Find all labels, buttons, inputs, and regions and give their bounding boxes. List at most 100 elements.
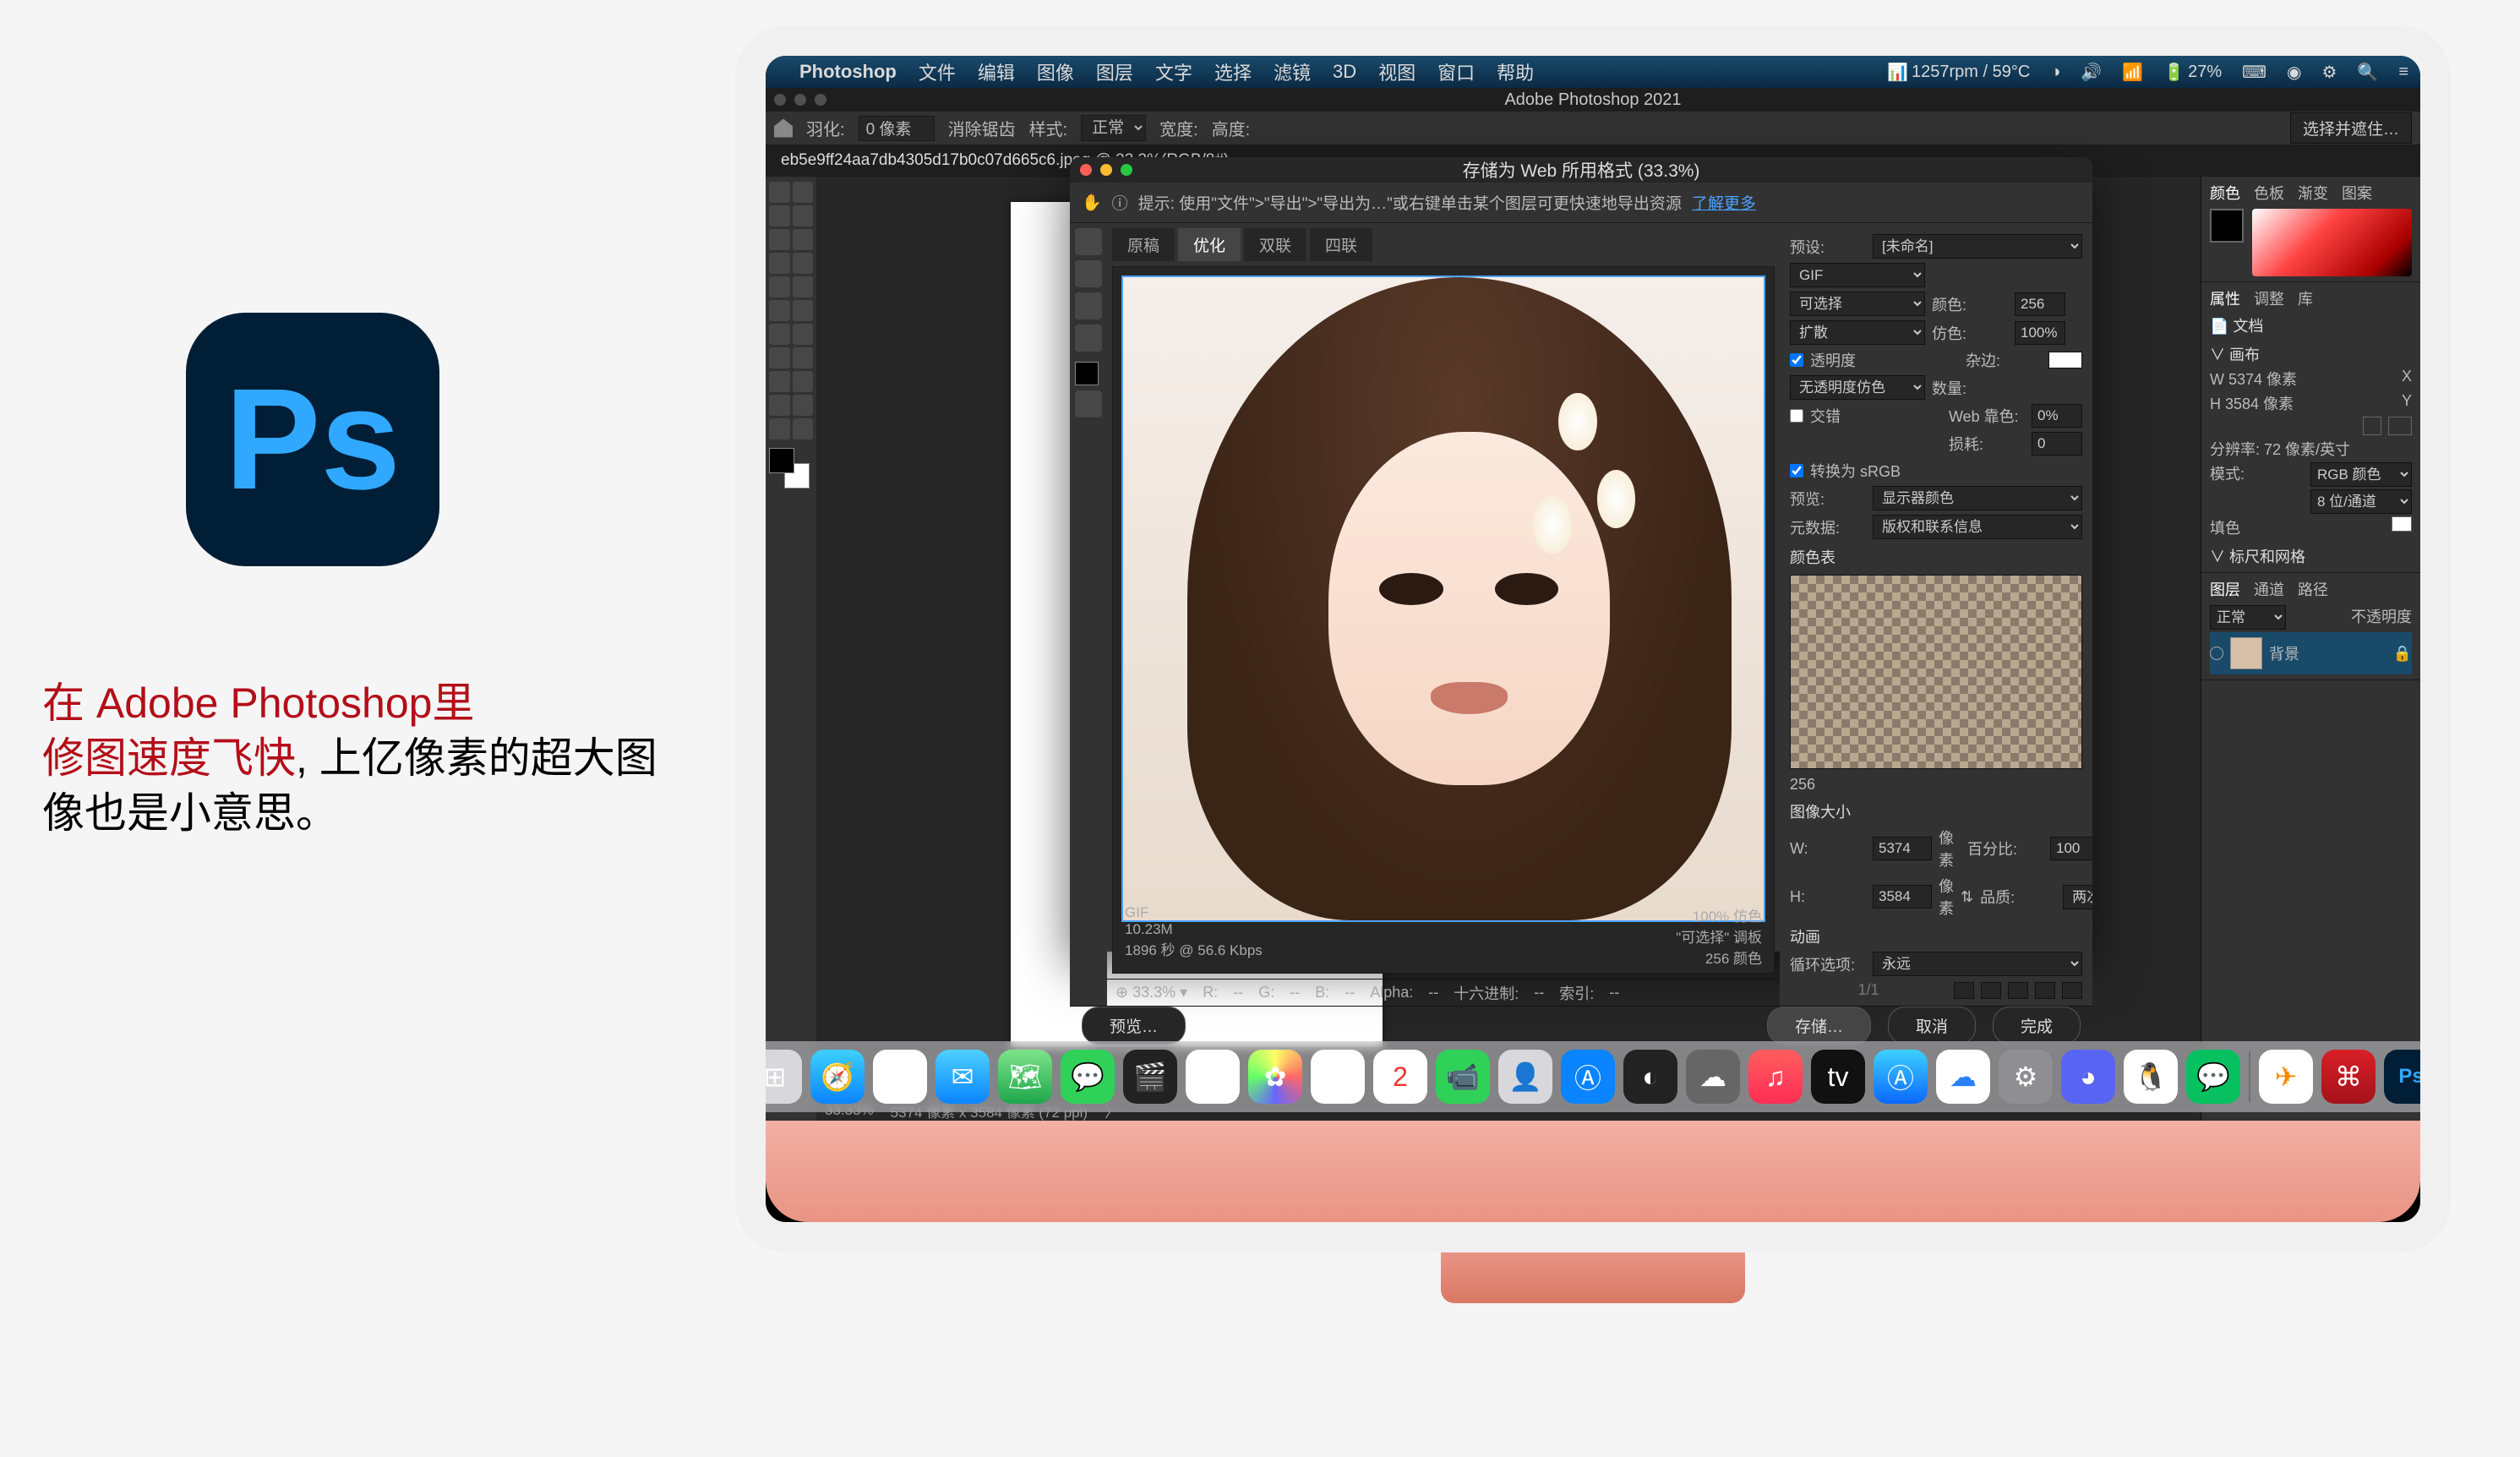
palette-select[interactable]: 可选择 xyxy=(1790,292,1925,316)
dodge-tool-icon[interactable] xyxy=(769,347,790,368)
tab-paths[interactable]: 路径 xyxy=(2298,578,2328,600)
img-w-input[interactable] xyxy=(1873,837,1932,860)
hand-icon[interactable]: ✋ xyxy=(1082,193,1102,213)
blend-mode-select[interactable]: 正常 xyxy=(2210,605,2286,630)
sfw-eyedropper-tool-icon[interactable] xyxy=(1075,325,1102,352)
tab-libraries[interactable]: 库 xyxy=(2298,287,2313,309)
colors-input[interactable] xyxy=(2015,292,2065,316)
interlace-check[interactable] xyxy=(1790,409,1803,423)
menu-view[interactable]: 视图 xyxy=(1378,58,1415,85)
frame-tool-icon[interactable] xyxy=(793,229,814,250)
layer-visibility-icon[interactable] xyxy=(2210,647,2223,660)
menu-file[interactable]: 文件 xyxy=(919,58,956,85)
tab-channels[interactable]: 通道 xyxy=(2254,578,2284,600)
tab-patterns[interactable]: 图案 xyxy=(2342,182,2372,204)
color-picker-strip[interactable] xyxy=(2252,209,2412,276)
dock-music2-icon[interactable]: ◐ xyxy=(1623,1050,1677,1104)
shape-tool-icon[interactable] xyxy=(769,395,790,416)
mode-select[interactable]: RGB 颜色 xyxy=(2310,462,2412,487)
dock-health-icon[interactable]: ❤ xyxy=(1186,1050,1240,1104)
anim-next-icon[interactable] xyxy=(2035,982,2055,999)
sfw-max[interactable] xyxy=(1121,164,1132,176)
dither-amt-input[interactable] xyxy=(2015,321,2065,345)
anim-last-icon[interactable] xyxy=(2062,982,2082,999)
dock-baidu-icon[interactable]: ☁ xyxy=(1936,1050,1990,1104)
dock-cloud2-icon[interactable]: ☁ xyxy=(1686,1050,1740,1104)
dock-plane-icon[interactable]: ✈ xyxy=(2259,1050,2313,1104)
dock-calendar-icon[interactable]: 2 xyxy=(1373,1050,1427,1104)
dock-cc-icon[interactable]: ⌘ xyxy=(2321,1050,2375,1104)
dock-safari-icon[interactable]: 🧭 xyxy=(810,1050,865,1104)
menu-edit[interactable]: 编辑 xyxy=(978,58,1015,85)
tab-properties[interactable]: 属性 xyxy=(2210,287,2240,309)
trans-dither-select[interactable]: 无透明度仿色 xyxy=(1790,375,1925,400)
dock-music-icon[interactable]: ♫ xyxy=(1748,1050,1803,1104)
menu-layer[interactable]: 图层 xyxy=(1096,58,1133,85)
dock-discord-icon[interactable]: ◕ xyxy=(2061,1050,2115,1104)
depth-select[interactable]: 8 位/通道 xyxy=(2310,489,2412,514)
sfw-cancel-button[interactable]: 取消 xyxy=(1888,1007,1976,1045)
menu-window[interactable]: 窗口 xyxy=(1437,58,1475,85)
feather-input[interactable] xyxy=(859,116,935,141)
siri-icon[interactable]: ◉ xyxy=(2287,62,2301,83)
fill-swatch[interactable] xyxy=(2392,516,2412,532)
istat-icon[interactable]: 📊 1257rpm / 59°C xyxy=(1887,62,2030,83)
sfw-preview-image[interactable] xyxy=(1121,276,1765,922)
dock-facetime-icon[interactable]: 📹 xyxy=(1436,1050,1490,1104)
dock-appletv-icon[interactable]: tv xyxy=(1811,1050,1865,1104)
menu-image[interactable]: 图像 xyxy=(1037,58,1074,85)
sfw-preview-button[interactable]: 预览… xyxy=(1082,1007,1186,1045)
toggle-icon[interactable]: ◑ xyxy=(2050,63,2060,82)
traffic-max[interactable] xyxy=(815,94,826,106)
pct-input[interactable] xyxy=(2050,837,2092,860)
hand-tool-icon[interactable] xyxy=(793,395,814,416)
anim-prev-icon[interactable] xyxy=(1981,982,2001,999)
sfw-zoom-readout[interactable]: ⊕ 33.3% ▾ xyxy=(1115,984,1187,1001)
edit-toolbar-icon[interactable] xyxy=(793,418,814,439)
websnap-input[interactable] xyxy=(2032,404,2082,428)
sfw-tab-2up[interactable]: 双联 xyxy=(1244,228,1306,261)
gradient-tool-icon[interactable] xyxy=(769,324,790,345)
home-icon[interactable] xyxy=(774,119,793,138)
brush-tool-icon[interactable] xyxy=(769,276,790,297)
heal-tool-icon[interactable] xyxy=(793,253,814,274)
sfw-hand-tool-icon[interactable] xyxy=(1075,228,1102,255)
sfw-zoom-tool-icon[interactable] xyxy=(1075,292,1102,319)
sfw-preview-area[interactable]: GIF 10.23M 1896 秒 @ 56.6 Kbps 100% 仿色 "可… xyxy=(1112,266,1775,974)
sfw-close[interactable] xyxy=(1080,164,1092,176)
keyboard-icon[interactable]: ⌨ xyxy=(2242,62,2266,83)
volume-icon[interactable]: 🔊 xyxy=(2081,62,2102,83)
loop-select[interactable]: 永远 xyxy=(1873,952,2082,976)
orient-landscape-icon[interactable] xyxy=(2388,417,2412,435)
lasso-tool-icon[interactable] xyxy=(793,205,814,226)
dock-trash-icon[interactable]: 🗑 xyxy=(2446,1050,2451,1104)
dither-select[interactable]: 扩散 xyxy=(1790,320,1925,345)
color-table[interactable] xyxy=(1790,575,2082,769)
transparency-check[interactable] xyxy=(1790,353,1803,367)
menu-help[interactable]: 帮助 xyxy=(1497,58,1534,85)
color-swatch[interactable] xyxy=(769,448,810,488)
dock-photos-icon[interactable]: ✿ xyxy=(1248,1050,1302,1104)
lossy-input[interactable] xyxy=(2032,432,2082,456)
dock-clapper-icon[interactable]: 🎬 xyxy=(1123,1050,1177,1104)
canvas-header[interactable]: 画布 xyxy=(2229,347,2260,363)
sfw-color-swatch[interactable] xyxy=(1075,362,1099,385)
control-center-icon[interactable]: ⚙ xyxy=(2321,62,2337,83)
sfw-tab-4up[interactable]: 四联 xyxy=(1310,228,1372,261)
srgb-check[interactable] xyxy=(1790,464,1803,477)
dock-settings-icon[interactable]: ⚙ xyxy=(1999,1050,2053,1104)
dock-wechat-icon[interactable]: 💬 xyxy=(2186,1050,2240,1104)
format-select[interactable]: GIF xyxy=(1790,263,1925,287)
eyedropper-tool-icon[interactable] xyxy=(769,253,790,274)
battery-icon[interactable]: 🔋 27% xyxy=(2163,62,2222,83)
traffic-min[interactable] xyxy=(794,94,806,106)
metadata-select[interactable]: 版权和联系信息 xyxy=(1873,515,2082,539)
eraser-tool-icon[interactable] xyxy=(793,300,814,321)
select-and-mask-button[interactable]: 选择并遮住… xyxy=(2290,112,2412,144)
dock-notes-icon[interactable]: ✎ xyxy=(1311,1050,1365,1104)
zoom-tool-icon[interactable] xyxy=(769,418,790,439)
blur-tool-icon[interactable] xyxy=(793,324,814,345)
sfw-tab-optimized[interactable]: 优化 xyxy=(1178,228,1241,261)
dock-qq-icon[interactable]: 🐧 xyxy=(2124,1050,2178,1104)
sfw-min[interactable] xyxy=(1100,164,1112,176)
